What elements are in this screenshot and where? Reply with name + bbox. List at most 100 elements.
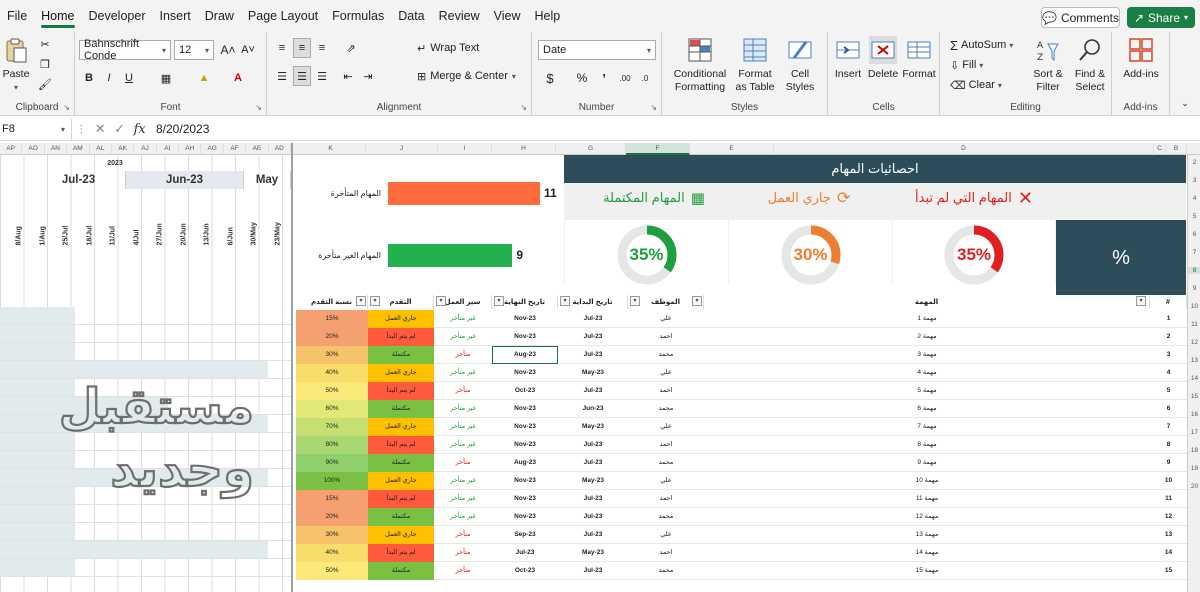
filter-dropdown-icon[interactable]: ▾ xyxy=(356,296,366,306)
collapse-ribbon-icon[interactable]: ⌄ xyxy=(1178,96,1192,110)
filter-dropdown-icon[interactable]: ▾ xyxy=(692,296,702,306)
italic-icon[interactable]: I xyxy=(101,68,117,88)
cell-start[interactable]: May-23 xyxy=(558,364,628,382)
row-header[interactable]: 6 xyxy=(1188,231,1200,238)
cell-flow[interactable]: غير متأخر xyxy=(434,328,492,346)
cell-n[interactable]: 15 xyxy=(1150,562,1187,580)
cell-task[interactable]: مهمة 10 xyxy=(704,472,1150,490)
format-cells-button[interactable]: Format xyxy=(902,36,936,81)
row-header[interactable]: 14 xyxy=(1188,375,1200,382)
cell-emp[interactable]: محمد xyxy=(628,508,704,526)
cell-task[interactable]: مهمة 5 xyxy=(704,382,1150,400)
cell-task[interactable]: مهمة 4 xyxy=(704,364,1150,382)
cell-end[interactable]: Sep-23 xyxy=(492,526,558,544)
row-header[interactable]: 2 xyxy=(1188,159,1200,166)
align-left-icon[interactable]: ☰ xyxy=(273,66,291,86)
align-center-icon[interactable]: ☰ xyxy=(293,66,311,86)
row-header[interactable]: 9 xyxy=(1188,285,1200,292)
cell-end[interactable]: Nov-23 xyxy=(492,472,558,490)
cell-start[interactable]: Jul-23 xyxy=(558,454,628,472)
table-row[interactable]: 40% لم يتم البدأ متأخر Jul-23 May-23 احمد مهمة… xyxy=(296,544,1187,562)
row-header[interactable]: 11 xyxy=(1188,321,1200,328)
row-header[interactable]: 12 xyxy=(1188,339,1200,346)
column-header[interactable]: AJ xyxy=(134,143,157,155)
cell-flow[interactable]: متأخر xyxy=(434,382,492,400)
cell-flow[interactable]: غير متأخر xyxy=(434,472,492,490)
borders-icon[interactable]: ▦ xyxy=(157,68,175,88)
cell-n[interactable]: 12 xyxy=(1150,508,1187,526)
cell-n[interactable]: 5 xyxy=(1150,382,1187,400)
cell-end[interactable]: Aug-23 xyxy=(492,454,558,472)
table-row[interactable]: 30% مكتملة متأخر Aug-23 Jul-23 محمد مهمة 33 xyxy=(296,346,1187,364)
comments-button[interactable]: 💬 Comments xyxy=(1041,7,1120,28)
row-header[interactable]: 20 xyxy=(1188,483,1200,490)
cell-status[interactable]: جاري العمل xyxy=(368,364,434,382)
increase-indent-icon[interactable]: ⇥ xyxy=(359,66,377,86)
cut-icon[interactable]: ✂ xyxy=(38,36,52,52)
find-select-button[interactable]: Find & Select xyxy=(1070,36,1110,94)
clear-button[interactable]: ⌫ Clear ▾ xyxy=(950,76,1010,94)
cell-flow[interactable]: غير متأخر xyxy=(434,400,492,418)
worksheet[interactable]: AP AO AN AM AL AK AJ AI AH AG AF AE AD K J I H G F E D C B 234… xyxy=(0,143,1200,592)
cell-n[interactable]: 1 xyxy=(1150,310,1187,328)
delete-cells-button[interactable]: Delete xyxy=(866,36,900,81)
bold-icon[interactable]: B xyxy=(81,68,97,88)
cell-pct[interactable]: 80% xyxy=(296,436,368,454)
cell-status[interactable]: لم يتم البدأ xyxy=(368,328,434,346)
table-row[interactable]: 40% جاري العمل غير متأخر Nov-23 May-23 علي مهم… xyxy=(296,364,1187,382)
wrap-text-button[interactable]: ↵ Wrap Text xyxy=(417,38,507,58)
cell-task[interactable]: مهمة 14 xyxy=(704,544,1150,562)
table-row[interactable]: 15% جاري العمل غير متأخر Nov-23 Jul-23 علي مهم… xyxy=(296,310,1187,328)
table-row[interactable]: 30% جاري العمل متأخر Sep-23 Jul-23 علي مهمة 13… xyxy=(296,526,1187,544)
cell-pct[interactable]: 50% xyxy=(296,562,368,580)
column-header[interactable]: G xyxy=(556,143,626,155)
cell-n[interactable]: 4 xyxy=(1150,364,1187,382)
align-middle-icon[interactable]: ≡ xyxy=(293,38,311,58)
cell-flow[interactable]: غير متأخر xyxy=(434,418,492,436)
percent-icon[interactable]: % xyxy=(572,68,592,88)
cell-n[interactable]: 8 xyxy=(1150,436,1187,454)
tab-view[interactable]: View xyxy=(487,0,528,32)
tab-data[interactable]: Data xyxy=(391,0,431,32)
cell-task[interactable]: مهمة 2 xyxy=(704,328,1150,346)
cell-pct[interactable]: 100% xyxy=(296,472,368,490)
dialog-launcher-icon[interactable]: ↘ xyxy=(650,103,657,112)
cell-end[interactable]: Jul-23 xyxy=(492,544,558,562)
header-task[interactable]: المهمة xyxy=(704,295,1150,309)
tab-insert[interactable]: Insert xyxy=(152,0,197,32)
table-row[interactable]: 15% لم يتم البدأ غير متأخر Nov-23 Jul-23 احمد… xyxy=(296,490,1187,508)
cell-pct[interactable]: 20% xyxy=(296,328,368,346)
enter-icon[interactable]: ✓ xyxy=(114,121,125,137)
row-header[interactable]: 18 xyxy=(1188,447,1200,454)
dialog-launcher-icon[interactable]: ↘ xyxy=(255,103,262,112)
column-header[interactable]: F xyxy=(626,143,690,155)
cell-n[interactable]: 11 xyxy=(1150,490,1187,508)
filter-dropdown-icon[interactable]: ▾ xyxy=(630,296,640,306)
copy-icon[interactable]: ❐ xyxy=(38,56,52,72)
cell-flow[interactable]: متأخر xyxy=(434,562,492,580)
cell-task[interactable]: مهمة 1 xyxy=(704,310,1150,328)
cell-task[interactable]: مهمة 13 xyxy=(704,526,1150,544)
font-color-icon[interactable]: A xyxy=(229,68,247,88)
cell-pct[interactable]: 40% xyxy=(296,364,368,382)
filter-dropdown-icon[interactable]: ▾ xyxy=(560,296,570,306)
column-header[interactable]: K xyxy=(296,143,366,155)
column-header[interactable]: AE xyxy=(246,143,269,155)
cell-pct[interactable]: 15% xyxy=(296,310,368,328)
cell-task[interactable]: مهمة 12 xyxy=(704,508,1150,526)
cell-task[interactable]: مهمة 3 xyxy=(704,346,1150,364)
cell-end[interactable]: Nov-23 xyxy=(492,508,558,526)
cell-n[interactable]: 9 xyxy=(1150,454,1187,472)
column-header[interactable]: I xyxy=(438,143,492,155)
cell-end[interactable]: Nov-23 xyxy=(492,490,558,508)
cell-n[interactable]: 7 xyxy=(1150,418,1187,436)
cell-flow[interactable]: غير متأخر xyxy=(434,436,492,454)
table-row[interactable]: 60% مكتملة غير متأخر Nov-23 Jun-23 محمد مهمة 6… xyxy=(296,400,1187,418)
dialog-launcher-icon[interactable]: ↘ xyxy=(63,103,70,112)
paste-button[interactable]: Paste ▾ xyxy=(2,36,30,94)
cell-flow[interactable]: متأخر xyxy=(434,544,492,562)
cell-n[interactable]: 14 xyxy=(1150,544,1187,562)
table-row[interactable]: 100% جاري العمل غير متأخر Nov-23 May-23 علي مه… xyxy=(296,472,1187,490)
tab-developer[interactable]: Developer xyxy=(82,0,153,32)
cell-status[interactable]: مكتملة xyxy=(368,454,434,472)
